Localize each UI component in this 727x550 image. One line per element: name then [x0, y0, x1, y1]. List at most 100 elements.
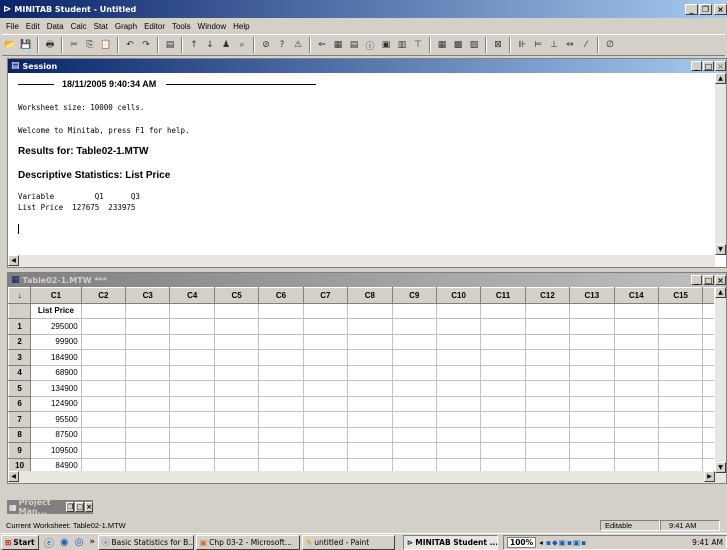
session-vertical-scrollbar[interactable]: ▲ ▼ — [714, 73, 726, 255]
data-cell[interactable] — [80, 380, 127, 397]
data-cell[interactable] — [524, 442, 571, 459]
data-cell[interactable] — [347, 318, 393, 335]
taskbar-item-basic-statistics[interactable]: ⓔ Basic Statistics for B... — [97, 534, 194, 550]
data-cell[interactable] — [169, 442, 215, 459]
data-cell[interactable] — [391, 318, 437, 335]
data-cell[interactable]: 99900 — [30, 333, 82, 350]
data-cell[interactable] — [213, 411, 260, 428]
column-name-cell[interactable] — [391, 302, 437, 319]
data-cell[interactable] — [80, 318, 127, 335]
data-cell[interactable] — [302, 364, 349, 381]
data-cell[interactable] — [213, 318, 260, 335]
data-cell[interactable] — [169, 333, 215, 350]
print-icon[interactable]: 🖶 — [43, 38, 57, 52]
data-cell[interactable] — [435, 349, 482, 366]
session-maximize-button[interactable]: □ — [703, 61, 714, 71]
column-name-cell[interactable] — [125, 302, 171, 319]
menu-help[interactable]: Help — [233, 22, 249, 31]
data-cell[interactable] — [169, 411, 215, 428]
menu-tools[interactable]: Tools — [172, 22, 191, 31]
worksheet-maximize-button[interactable]: □ — [703, 275, 714, 285]
graph3-icon[interactable]: ▤ — [347, 38, 361, 52]
data-cell[interactable] — [347, 395, 393, 412]
data-cell[interactable] — [258, 426, 304, 443]
desktop-quicklaunch-icon[interactable]: ◎ — [75, 537, 84, 548]
column-name-cell[interactable] — [258, 302, 304, 319]
data-cell[interactable] — [169, 380, 215, 397]
data-cell[interactable] — [347, 411, 393, 428]
data-cell[interactable] — [125, 349, 171, 366]
data-cell[interactable] — [657, 364, 704, 381]
data-cell[interactable]: 295000 — [30, 318, 82, 335]
up-icon[interactable]: ↑ — [187, 38, 201, 52]
data-cell[interactable] — [480, 411, 526, 428]
row-header[interactable]: 7 — [8, 411, 32, 428]
data-cell[interactable] — [347, 333, 393, 350]
table-icon[interactable]: ▩ — [451, 38, 465, 52]
data-cell[interactable]: 109500 — [30, 442, 82, 459]
data-cell[interactable] — [213, 426, 260, 443]
data-cell[interactable] — [435, 395, 482, 412]
data-cell[interactable] — [613, 426, 659, 443]
data-cell[interactable] — [657, 333, 704, 350]
more-chevron-icon[interactable]: » — [89, 537, 95, 547]
column-name-cell[interactable] — [80, 302, 127, 319]
column-header[interactable]: C2 — [80, 287, 127, 304]
worksheet-vertical-scrollbar[interactable]: ▲ ▼ — [714, 287, 726, 483]
data-cell[interactable] — [613, 442, 659, 459]
data-cell[interactable] — [80, 426, 127, 443]
data-cell[interactable] — [524, 380, 571, 397]
data-cell[interactable] — [613, 411, 659, 428]
graph6-icon[interactable]: ⊤ — [411, 38, 425, 52]
data-cell[interactable] — [480, 442, 526, 459]
worksheet-scroll-down-button[interactable]: ▼ — [715, 462, 726, 473]
worksheet-scroll-left-button[interactable]: ◀ — [8, 471, 19, 482]
help-icon[interactable]: ⌕ — [235, 38, 249, 52]
column-header[interactable]: C1 — [30, 287, 82, 304]
brush-icon[interactable]: ⊪ — [515, 38, 529, 52]
close-button[interactable]: × — [714, 3, 727, 15]
stop-icon[interactable]: ⚠ — [291, 38, 305, 52]
column-name-cell[interactable] — [347, 302, 393, 319]
worksheet-horizontal-scrollbar[interactable]: ◀ ▶ — [8, 471, 715, 483]
column-name-cell[interactable] — [613, 302, 659, 319]
project-manager-minimized[interactable]: ▦ Project Man... ❐ □ × — [7, 498, 93, 516]
pm-restore-button[interactable]: ❐ — [66, 502, 75, 512]
column-header[interactable]: C12 — [524, 287, 571, 304]
taskbar-item-paint[interactable]: ✎ untitled - Paint — [301, 534, 395, 550]
data-cell[interactable] — [347, 364, 393, 381]
network-tray-icon[interactable]: ◂ — [539, 538, 543, 547]
down-icon[interactable]: ↓ — [203, 38, 217, 52]
table2-icon[interactable]: ▨ — [467, 38, 481, 52]
row-header[interactable]: 9 — [8, 442, 32, 459]
data-cell[interactable] — [125, 364, 171, 381]
data-cell[interactable] — [480, 380, 526, 397]
data-cell[interactable] — [480, 333, 526, 350]
data-cell[interactable] — [302, 442, 349, 459]
data-cell[interactable] — [569, 442, 615, 459]
data-cell[interactable] — [391, 395, 437, 412]
worksheet-icon[interactable]: ▦ — [435, 38, 449, 52]
data-cell[interactable] — [258, 395, 304, 412]
scroll-down-button[interactable]: ▼ — [715, 244, 726, 255]
outlook-quicklaunch-icon[interactable]: ◉ — [60, 537, 69, 548]
row-header[interactable]: 5 — [8, 380, 32, 397]
data-cell[interactable] — [347, 380, 393, 397]
data-cell[interactable] — [657, 426, 704, 443]
cancel-icon[interactable]: ⊘ — [259, 38, 273, 52]
data-cell[interactable] — [435, 364, 482, 381]
menu-edit[interactable]: Edit — [26, 22, 40, 31]
data-cell[interactable] — [347, 442, 393, 459]
pen-icon[interactable]: ∅ — [603, 38, 617, 52]
row-insert-icon[interactable]: ⊨ — [531, 38, 545, 52]
column-name-cell[interactable] — [480, 302, 526, 319]
data-cell[interactable] — [480, 395, 526, 412]
data-cell[interactable] — [524, 349, 571, 366]
data-cell[interactable] — [613, 318, 659, 335]
data-cell[interactable] — [302, 333, 349, 350]
data-cell[interactable] — [80, 333, 127, 350]
column-header[interactable]: C5 — [213, 287, 260, 304]
taskbar-item-chp03[interactable]: ▣ Chp 03-2 - Microsoft... — [195, 534, 300, 550]
ie-quicklaunch-icon[interactable]: ⓔ — [44, 535, 54, 550]
session-close-button[interactable]: × — [715, 61, 726, 71]
